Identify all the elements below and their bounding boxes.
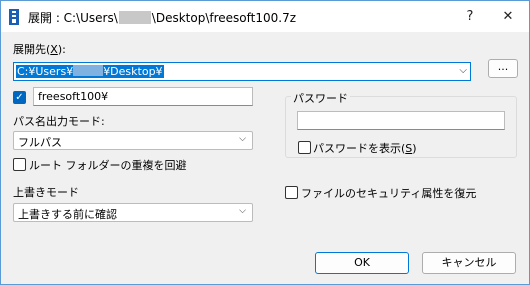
chevron-down-icon: ⌵: [239, 134, 246, 144]
window-title-suffix: \Desktop\freesoft100.7z: [151, 11, 296, 25]
browse-button[interactable]: ...: [488, 59, 518, 78]
password-group-title: パスワード: [291, 90, 350, 106]
7zip-app-icon: [9, 9, 19, 25]
remove-duplicate-label[interactable]: ルート フォルダーの重複を回避: [29, 157, 187, 173]
extract-to-hotkey: X: [50, 43, 58, 56]
path-mode-label: パス名出力モード:: [13, 115, 105, 128]
restore-security-checkbox[interactable]: [285, 186, 298, 199]
extract-path-prefix: C:¥Users¥: [17, 65, 74, 78]
ok-button[interactable]: OK: [315, 252, 409, 274]
show-password-checkbox[interactable]: [298, 141, 311, 154]
extract-path-suffix: ¥Desktop¥: [103, 65, 163, 78]
window-title-prefix: 展開 : C:\Users\: [28, 11, 118, 25]
help-button[interactable]: ?: [459, 6, 481, 28]
subfolder-field[interactable]: freesoft100¥: [33, 87, 253, 106]
overwrite-mode-label: 上書きモード: [13, 186, 79, 199]
extract-to-label-text: 展開先(: [13, 43, 51, 56]
title-bar[interactable]: 展開 : C:\Users\ \Desktop\freesoft100.7z ? …: [1, 1, 529, 32]
show-password-label[interactable]: パスワードを表示(S): [313, 140, 417, 156]
password-field[interactable]: [297, 111, 505, 130]
redacted-username: [118, 11, 151, 24]
redacted-path-username: [73, 65, 104, 76]
dialog-body: 展開先(X): C:¥Users¥ ¥Desktop¥ ⌵ ... ✓ frees…: [1, 32, 529, 284]
chevron-down-icon: ⌵: [239, 206, 246, 216]
window-title: 展開 : C:\Users\ \Desktop\freesoft100.7z: [28, 9, 296, 26]
restore-security-label[interactable]: ファイルのセキュリティ属性を復元: [301, 185, 476, 201]
path-mode-select[interactable]: フルパス ⌵: [13, 131, 253, 150]
path-mode-value: フルパス: [18, 136, 62, 149]
remove-duplicate-checkbox[interactable]: [13, 158, 26, 171]
show-password-label-text: パスワードを表示(: [313, 142, 406, 155]
extract-to-label-end: ):: [57, 43, 66, 56]
show-password-label-end: ): [412, 142, 417, 155]
extract-path-combobox[interactable]: C:¥Users¥ ¥Desktop¥ ⌵: [13, 62, 471, 81]
subfolder-checkbox[interactable]: ✓: [13, 91, 26, 104]
overwrite-mode-value: 上書きする前に確認: [18, 208, 117, 221]
overwrite-mode-select[interactable]: 上書きする前に確認 ⌵: [13, 203, 253, 222]
extract-dialog: 展開 : C:\Users\ \Desktop\freesoft100.7z ? …: [0, 0, 530, 285]
close-button[interactable]: ✕: [497, 6, 519, 28]
extract-to-label: 展開先(X):: [13, 41, 66, 57]
extract-path-value: C:¥Users¥ ¥Desktop¥: [16, 65, 164, 78]
chevron-down-icon[interactable]: ⌵: [459, 65, 467, 76]
subfolder-field-value: freesoft100¥: [38, 90, 109, 103]
cancel-button[interactable]: キャンセル: [422, 252, 516, 274]
